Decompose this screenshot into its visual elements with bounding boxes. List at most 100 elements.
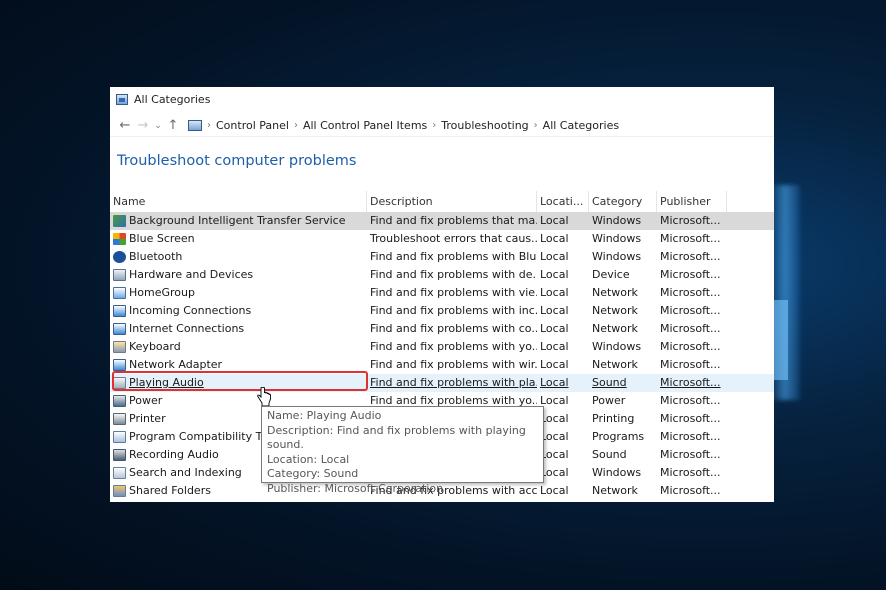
row-publisher: Microsoft...	[660, 214, 721, 227]
row-category: Network	[592, 322, 638, 335]
chevron-right-icon[interactable]: ›	[294, 120, 298, 131]
row-description: Find and fix problems with inc...	[370, 304, 537, 317]
row-name: Recording Audio	[129, 448, 219, 461]
row-location: Local	[540, 358, 569, 371]
column-header-category[interactable]: Category	[589, 191, 657, 212]
row-name: Incoming Connections	[129, 304, 252, 317]
shared-folders-icon	[113, 485, 126, 497]
row-category: Network	[592, 304, 638, 317]
table-row[interactable]: HomeGroup Find and fix problems with vie…	[110, 284, 774, 302]
window-title: All Categories	[134, 92, 211, 106]
row-publisher: Microsoft...	[660, 322, 721, 335]
network-icon	[113, 323, 126, 335]
row-name: Shared Folders	[129, 484, 211, 497]
row-description: Find and fix problems with vie...	[370, 286, 537, 299]
row-publisher: Microsoft...	[660, 466, 721, 479]
row-location: Local	[540, 304, 569, 317]
table-row[interactable]: Internet Connections Find and fix proble…	[110, 320, 774, 338]
bluetooth-icon	[113, 251, 126, 263]
row-category: Windows	[592, 340, 642, 353]
chevron-right-icon[interactable]: ›	[534, 120, 538, 131]
search-index-icon	[113, 467, 126, 479]
row-name: Network Adapter	[129, 358, 223, 371]
row-publisher: Microsoft...	[660, 268, 721, 281]
row-location: Local	[540, 232, 569, 245]
row-category: Sound	[592, 448, 627, 461]
homegroup-icon	[113, 287, 126, 299]
row-name: Background Intelligent Transfer Service	[129, 214, 346, 227]
row-location: Local	[540, 340, 569, 353]
item-tooltip: Name: Playing Audio Description: Find an…	[261, 406, 544, 495]
row-category: Windows	[592, 232, 642, 245]
tooltip-publisher: Publisher: Microsoft Corporation	[267, 481, 444, 495]
breadcrumb-troubleshooting[interactable]: Troubleshooting	[441, 119, 528, 132]
breadcrumb-control-panel[interactable]: Control Panel	[216, 119, 289, 132]
row-category: Programs	[592, 430, 645, 443]
forward-arrow-icon[interactable]: →	[134, 118, 152, 133]
row-description: Troubleshoot errors that caus...	[370, 232, 537, 245]
row-name: HomeGroup	[129, 286, 195, 299]
title-bar: All Categories	[110, 87, 774, 111]
table-row[interactable]: Hardware and Devices Find and fix proble…	[110, 266, 774, 284]
column-header-publisher[interactable]: Publisher	[657, 191, 727, 212]
row-publisher: Microsoft...	[660, 430, 721, 443]
row-location: Local	[540, 214, 569, 227]
table-row[interactable]: Background Intelligent Transfer Service …	[110, 212, 774, 230]
back-arrow-icon[interactable]: ←	[116, 118, 134, 133]
hand-pointer-icon	[257, 387, 271, 407]
row-category: Windows	[592, 214, 642, 227]
row-location: Local	[540, 430, 569, 443]
program-compat-icon	[113, 431, 126, 443]
tooltip-name: Name: Playing Audio	[267, 409, 382, 422]
row-publisher: Microsoft...	[660, 358, 721, 371]
control-panel-window: All Categories ← → ⌄ ↑ › Control Panel ›…	[110, 87, 774, 502]
table-row[interactable]: Playing Audio Find and fix problems with…	[110, 374, 774, 392]
row-location: Local	[540, 322, 569, 335]
row-name: Playing Audio	[129, 376, 204, 389]
breadcrumb-all-items[interactable]: All Control Panel Items	[303, 119, 427, 132]
row-category: Device	[592, 268, 630, 281]
table-row[interactable]: Keyboard Find and fix problems with yo..…	[110, 338, 774, 356]
chevron-right-icon[interactable]: ›	[207, 120, 211, 131]
recent-locations-chevron-icon[interactable]: ⌄	[152, 121, 164, 131]
network-icon	[113, 359, 126, 371]
row-name: Blue Screen	[129, 232, 195, 245]
table-row[interactable]: Network Adapter Find and fix problems wi…	[110, 356, 774, 374]
tooltip-location: Location: Local	[267, 452, 350, 466]
row-description: Find and fix problems that ma...	[370, 214, 537, 227]
row-description: Find and fix problems with de...	[370, 268, 537, 281]
page-title: Troubleshoot computer problems	[117, 153, 357, 169]
network-icon	[113, 305, 126, 317]
table-row[interactable]: Bluetooth Find and fix problems with Blu…	[110, 248, 774, 266]
chevron-right-icon[interactable]: ›	[432, 120, 436, 131]
row-category: Printing	[592, 412, 635, 425]
column-header-name[interactable]: Name	[110, 191, 367, 212]
tooltip-description: Description: Find and fix problems with …	[267, 423, 526, 452]
row-location: Local	[540, 484, 569, 497]
row-location: Local	[540, 376, 569, 389]
row-category: Power	[592, 394, 626, 407]
breadcrumb-all-categories[interactable]: All Categories	[543, 119, 619, 132]
row-description: Find and fix problems with pla...	[370, 376, 537, 389]
row-category: Network	[592, 286, 638, 299]
column-header-description[interactable]: Description	[367, 191, 537, 212]
address-bar: ← → ⌄ ↑ › Control Panel › All Control Pa…	[110, 115, 774, 137]
row-category: Windows	[592, 250, 642, 263]
row-name: Search and Indexing	[129, 466, 242, 479]
row-location: Local	[540, 394, 569, 407]
row-category: Sound	[592, 376, 627, 389]
keyboard-icon	[113, 341, 126, 353]
row-description: Find and fix problems with wir...	[370, 358, 537, 371]
up-arrow-icon[interactable]: ↑	[164, 118, 182, 133]
hardware-icon	[113, 269, 126, 281]
table-row[interactable]: Incoming Connections Find and fix proble…	[110, 302, 774, 320]
column-header-location[interactable]: Locati...	[537, 191, 589, 212]
row-location: Local	[540, 250, 569, 263]
row-location: Local	[540, 268, 569, 281]
column-headers: Name Description Locati... Category Publ…	[110, 191, 774, 212]
table-row[interactable]: Blue Screen Troubleshoot errors that cau…	[110, 230, 774, 248]
row-description: Find and fix problems with yo...	[370, 340, 537, 353]
row-publisher: Microsoft...	[660, 376, 721, 389]
printer-icon	[113, 413, 126, 425]
row-name: Printer	[129, 412, 166, 425]
